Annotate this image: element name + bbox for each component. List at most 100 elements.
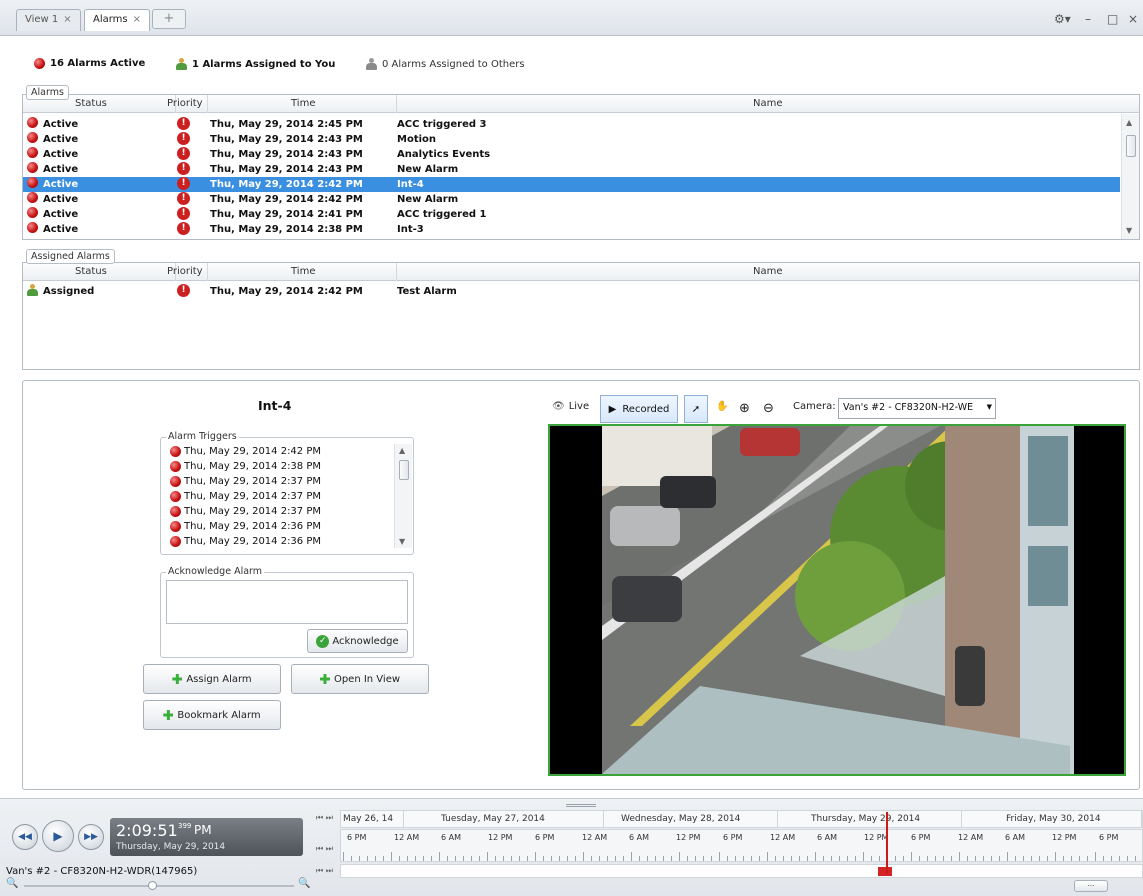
table-row[interactable]: Active! Thu, May 29, 2014 2:42 PM Int-4 (23, 177, 1120, 192)
table-row[interactable]: Active! Thu, May 29, 2014 2:43 PM Motion (23, 132, 1120, 147)
timeline-day-label: Thursday, May 29, 2014 (811, 814, 921, 824)
timeline-hour-label: 12 AM (770, 833, 796, 842)
maximize-button[interactable]: □ (1107, 12, 1118, 26)
timeline-hour-row[interactable]: 6 PM 12 AM 6 AM 12 PM 6 PM 12 AM 6 AM 12 PM 6 PM… (340, 829, 1143, 862)
minimize-button[interactable]: – (1085, 12, 1091, 26)
step-forward-button[interactable]: ▶▶ (78, 824, 104, 850)
assign-alarm-button[interactable]: Assign Alarm (143, 664, 281, 694)
table-row[interactable]: Active! Thu, May 29, 2014 2:38 PM Int-3 (23, 222, 1120, 237)
tab-view-1[interactable]: View 1 × (16, 9, 81, 31)
add-tab-button[interactable]: + (152, 9, 186, 29)
row-status: Active (43, 134, 79, 145)
scroll-thumb[interactable] (1126, 135, 1136, 157)
triggers-scrollbar[interactable]: ▲ ▼ (394, 444, 412, 548)
row-status: Active (43, 179, 79, 190)
row-time: Thu, May 29, 2014 2:42 PM (210, 286, 363, 297)
step-back-button[interactable]: ◀◀ (12, 824, 38, 850)
gear-icon[interactable]: ⚙▾ (1054, 12, 1071, 26)
assign-alarm-label: Assign Alarm (186, 673, 252, 685)
zoom-slider-thumb[interactable] (148, 881, 157, 890)
list-item[interactable]: Thu, May 29, 2014 2:37 PM (170, 476, 321, 487)
acknowledge-comment-field[interactable] (166, 580, 408, 624)
acknowledge-button[interactable]: ✓ Acknowledge (307, 629, 408, 653)
live-button[interactable]: 👁 Live (552, 401, 589, 412)
list-item[interactable]: Thu, May 29, 2014 2:38 PM (170, 461, 321, 472)
row-time: Thu, May 29, 2014 2:42 PM (210, 179, 363, 190)
close-icon[interactable]: × (133, 14, 141, 25)
alarm-trigger-icon (170, 521, 181, 532)
scroll-up-icon[interactable]: ▲ (399, 446, 405, 455)
alarm-title: Int-4 (258, 398, 292, 413)
timeline-hour-label: 12 PM (864, 833, 889, 842)
skip-icon[interactable]: ⏮ ⏭ (316, 843, 333, 855)
camera-select[interactable]: Van's #2 - CF8320N-H2-WE ▼ (838, 398, 996, 419)
acknowledge-button-label: Acknowledge (332, 635, 399, 647)
chevron-down-icon: ▼ (986, 403, 992, 411)
scroll-down-icon[interactable]: ▼ (1126, 226, 1132, 235)
close-button[interactable]: × (1128, 12, 1138, 26)
row-name: Motion (397, 134, 437, 145)
trigger-time: Thu, May 29, 2014 2:37 PM (184, 491, 321, 502)
column-name[interactable]: Name (753, 266, 783, 277)
table-row[interactable]: Active! Thu, May 29, 2014 2:41 PM ACC trig… (23, 207, 1120, 222)
skip-icon[interactable]: ⏮ ⏭ (316, 865, 333, 877)
list-item[interactable]: Thu, May 29, 2014 2:37 PM (170, 491, 321, 502)
table-row[interactable]: Active! Thu, May 29, 2014 2:43 PM Analytic… (23, 147, 1120, 162)
timeline-hour-label: 12 PM (676, 833, 701, 842)
recorded-button[interactable]: ▶ Recorded (600, 395, 678, 423)
row-status: Assigned (43, 286, 95, 297)
column-status[interactable]: Status (75, 98, 107, 109)
timeline-day-row[interactable]: May 26, 14 Tuesday, May 27, 2014 Wednesday… (340, 810, 1143, 828)
column-time[interactable]: Time (291, 98, 315, 109)
zoom-slider[interactable]: 🔍 🔍 (6, 878, 320, 892)
table-row[interactable]: Active! Thu, May 29, 2014 2:43 PM New Alar… (23, 162, 1120, 177)
scroll-thumb[interactable] (399, 460, 409, 480)
row-time: Thu, May 29, 2014 2:42 PM (210, 194, 363, 205)
column-time[interactable]: Time (291, 266, 315, 277)
pointer-tool-button[interactable]: ➚ (684, 395, 708, 423)
close-icon[interactable]: × (63, 14, 71, 25)
zoom-in-button[interactable]: ⊕ (739, 401, 750, 416)
alarms-scrollbar[interactable]: ▲ ▼ (1121, 114, 1139, 239)
skip-icon[interactable]: ⏮ ⏭ (316, 812, 333, 824)
row-status: Active (43, 164, 79, 175)
acknowledge-label: Acknowledge Alarm (166, 566, 265, 577)
timeline-menu-button[interactable]: ··· (1074, 880, 1108, 892)
column-priority[interactable]: Priority (167, 266, 203, 277)
open-in-view-button[interactable]: Open In View (291, 664, 429, 694)
bookmark-alarm-label: Bookmark Alarm (177, 709, 261, 721)
table-row[interactable]: Active! Thu, May 29, 2014 2:45 PM ACC trig… (23, 117, 1120, 132)
timeline-hour-label: 6 PM (1099, 833, 1119, 842)
scroll-up-icon[interactable]: ▲ (1126, 118, 1132, 127)
pan-tool-button[interactable]: ✋ (716, 401, 728, 412)
recorded-label: Recorded (622, 403, 670, 415)
row-time: Thu, May 29, 2014 2:43 PM (210, 149, 363, 160)
list-item[interactable]: Thu, May 29, 2014 2:36 PM (170, 521, 321, 532)
zoom-out-button[interactable]: ⊖ (763, 401, 774, 416)
alarm-trigger-icon (170, 536, 181, 547)
list-item[interactable]: Thu, May 29, 2014 2:42 PM (170, 446, 321, 457)
list-item[interactable]: Thu, May 29, 2014 2:36 PM (170, 536, 321, 547)
timeline-range-bar[interactable] (340, 864, 1143, 878)
table-row[interactable]: Assigned ! Thu, May 29, 2014 2:42 PM Tes… (23, 284, 1120, 299)
splitter-grip[interactable] (566, 804, 596, 807)
list-item[interactable]: Thu, May 29, 2014 2:37 PM (170, 506, 321, 517)
table-row[interactable]: Active! Thu, May 29, 2014 2:42 PM New Alar… (23, 192, 1120, 207)
column-priority[interactable]: Priority (167, 98, 203, 109)
hand-icon: ✋ (716, 401, 729, 412)
alarm-active-icon (34, 58, 45, 69)
play-button[interactable]: ▶ (42, 820, 74, 852)
alarms-group-label: Alarms (26, 85, 69, 100)
scroll-down-icon[interactable]: ▼ (399, 537, 405, 546)
clock-time: 2:09:51 (116, 821, 178, 840)
column-name[interactable]: Name (753, 98, 783, 109)
assigned-table-header: Status Priority Time Name (23, 263, 1139, 281)
zoom-in-icon: 🔍 (298, 878, 311, 889)
play-icon: ▶ (608, 403, 617, 415)
play-icon: ▶ (53, 829, 63, 843)
timeline-cursor[interactable] (886, 812, 888, 874)
bookmark-alarm-button[interactable]: Bookmark Alarm (143, 700, 281, 730)
column-status[interactable]: Status (75, 266, 107, 277)
video-view[interactable] (548, 424, 1126, 776)
tab-alarms[interactable]: Alarms × (84, 9, 151, 31)
